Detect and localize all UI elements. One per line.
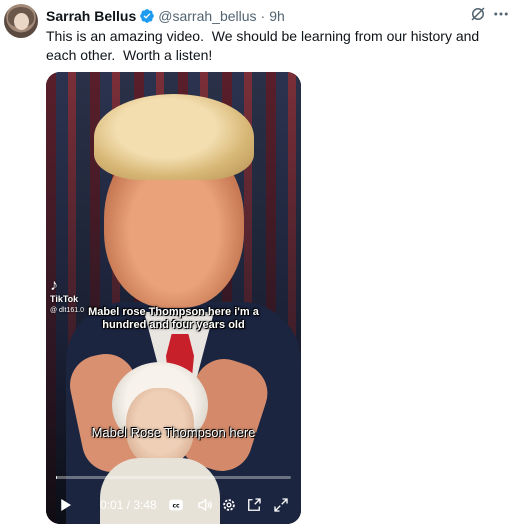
video-progress-fill bbox=[56, 476, 57, 479]
verified-badge-icon bbox=[140, 9, 155, 23]
video-player[interactable]: ♪ TikTok @ dlt161.0 Mabel rose Thompson … bbox=[46, 72, 301, 524]
fullscreen-icon[interactable] bbox=[272, 496, 290, 514]
tweet-header: Sarrah Bellus @sarrah_bellus · 9h bbox=[46, 6, 285, 26]
video-current-time: 0:01 bbox=[100, 498, 124, 512]
avatar[interactable] bbox=[4, 4, 38, 38]
tiktok-brand: TikTok bbox=[50, 294, 79, 304]
video-time-separator: / bbox=[123, 498, 134, 512]
author-handle[interactable]: @sarrah_bellus bbox=[158, 8, 256, 24]
video-caption-bottom: Mabel Rose Thompson here bbox=[91, 425, 256, 440]
play-icon[interactable] bbox=[56, 496, 74, 514]
tweet-text: This is an amazing video. We should be l… bbox=[46, 28, 484, 63]
settings-icon[interactable] bbox=[220, 496, 238, 514]
author-name[interactable]: Sarrah Bellus bbox=[46, 8, 136, 24]
tiktok-user: @ dlt161.0 bbox=[50, 307, 84, 314]
video-figure-hair bbox=[94, 94, 254, 180]
tiktok-logo-icon: ♪ bbox=[50, 277, 58, 294]
picture-in-picture-icon[interactable] bbox=[245, 496, 263, 514]
volume-icon[interactable] bbox=[196, 496, 214, 514]
captions-icon[interactable]: cc bbox=[167, 496, 185, 514]
video-caption-top: Mabel rose Thompson here i'm a hundred a… bbox=[88, 306, 259, 331]
more-icon[interactable] bbox=[492, 5, 510, 23]
tiktok-watermark: ♪ TikTok @ dlt161.0 bbox=[50, 277, 84, 315]
post-time[interactable]: 9h bbox=[269, 8, 285, 24]
video-progress-bar[interactable] bbox=[56, 476, 291, 479]
video-time: 0:01 / 3:48 bbox=[100, 498, 157, 512]
separator-dot: · bbox=[260, 8, 266, 24]
video-controls: 0:01 / 3:48 cc bbox=[46, 488, 301, 524]
grok-icon[interactable] bbox=[469, 5, 487, 23]
avatar-face bbox=[14, 13, 29, 30]
video-duration: 3:48 bbox=[133, 498, 157, 512]
svg-text:cc: cc bbox=[172, 503, 180, 510]
